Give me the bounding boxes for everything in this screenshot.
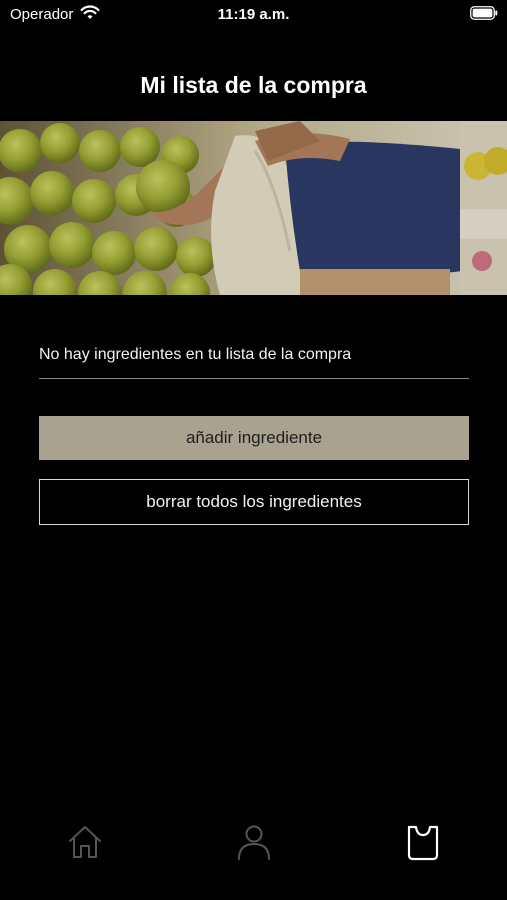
page-title: Mi lista de la compra: [140, 72, 367, 98]
tab-home[interactable]: [65, 822, 105, 862]
shopping-bag-icon: [407, 825, 439, 861]
profile-icon: [238, 825, 270, 860]
home-icon: [69, 826, 101, 858]
tab-bar: [0, 810, 507, 880]
tab-profile[interactable]: [234, 822, 274, 862]
hero-image: [0, 121, 507, 295]
empty-list-message: No hay ingredientes en tu lista de la co…: [39, 346, 352, 363]
add-ingredient-button[interactable]: añadir ingrediente: [39, 416, 469, 460]
divider: [39, 378, 469, 379]
status-bar: Operador 11:19 a.m.: [0, 0, 507, 28]
tab-shopping-list[interactable]: [403, 822, 443, 862]
clock: 11:19 a.m.: [217, 6, 290, 23]
clear-all-ingredients-button[interactable]: borrar todos los ingredientes: [39, 479, 469, 525]
battery-icon: [470, 6, 498, 20]
